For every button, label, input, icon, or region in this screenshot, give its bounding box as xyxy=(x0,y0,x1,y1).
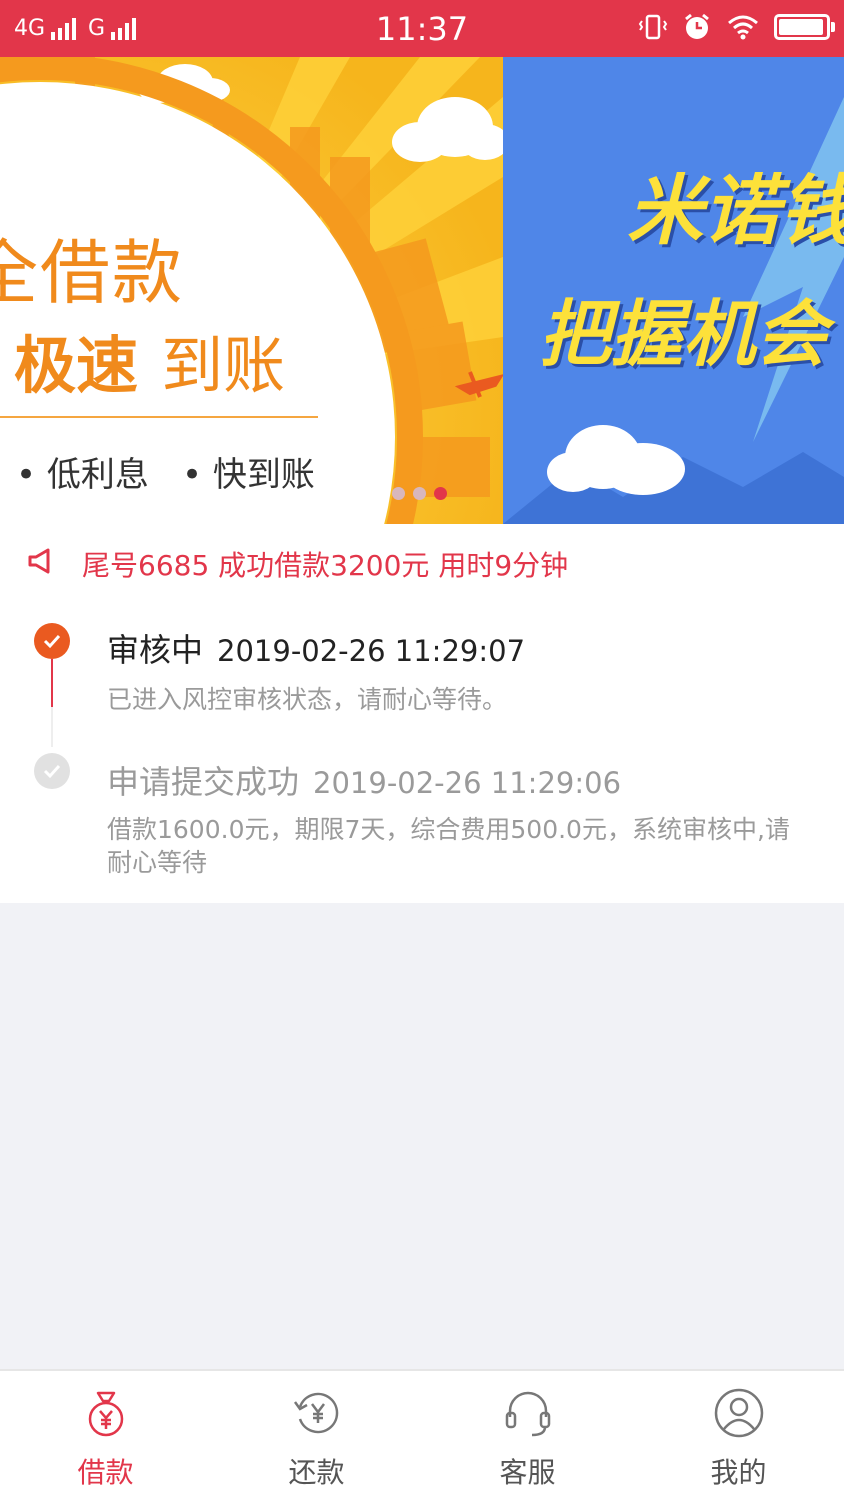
repay-icon xyxy=(293,1392,339,1434)
banner-slide-loan-text: 全借款 极速 到账 • 低利息 • 快到账 xyxy=(0,57,503,524)
notice-bar[interactable]: 尾号6685 成功借款3200元 用时9分钟 xyxy=(0,524,844,599)
carousel-indicator xyxy=(392,487,447,500)
banner-slide-brand[interactable]: 米诺钱 把握机会 xyxy=(503,57,844,524)
megaphone-icon xyxy=(28,548,50,574)
wifi-icon xyxy=(728,15,758,40)
loan-status-screen: 4G G 11:37 全借款 极速 到账 • 低利息 • 快到账 米诺钱 把握机… xyxy=(0,0,844,1500)
timeline-title: 申请提交成功 2019-02-26 11:29:06 xyxy=(107,757,621,803)
notice-text: 尾号6685 成功借款3200元 用时9分钟 xyxy=(82,549,569,582)
timeline-connector xyxy=(51,707,53,747)
banner-slide-loan[interactable]: 全借款 极速 到账 • 低利息 • 快到账 xyxy=(0,57,503,524)
status-icons xyxy=(638,12,835,42)
check-icon xyxy=(34,753,70,789)
alarm-icon xyxy=(685,13,709,39)
banner-brand-title: 米诺钱 xyxy=(627,166,844,255)
timeline-title: 审核中 2019-02-26 11:29:07 xyxy=(107,625,525,671)
status-bar: 4G G 11:37 xyxy=(0,0,844,57)
money-bag-icon xyxy=(88,1391,124,1437)
banner-headline-1: 全借款 xyxy=(0,232,184,314)
battery-fill xyxy=(779,19,823,35)
tab-customer-service[interactable]: 客服 xyxy=(422,1371,633,1500)
tab-mine[interactable]: 我的 xyxy=(633,1371,844,1500)
timeline-desc: 借款1600.0元，期限7天，综合费用500.0元，系统审核中,请耐心等待 xyxy=(107,815,790,877)
user-icon xyxy=(714,1388,764,1438)
timeline-desc: 已进入风控审核状态，请耐心等待。 xyxy=(107,685,508,714)
timeline-connector xyxy=(51,659,53,707)
timeline-status: 审核中 xyxy=(107,631,204,669)
timeline-time: 2019-02-26 11:29:07 xyxy=(217,634,526,668)
battery-icon xyxy=(774,14,835,40)
banner-headline-2-light: 到账 xyxy=(161,329,286,402)
timeline-time: 2019-02-26 11:29:06 xyxy=(313,766,622,800)
headset-icon xyxy=(505,1391,551,1437)
tab-label: 借款 xyxy=(77,1456,134,1489)
bottom-tab-bar: 借款 还款 客服 我的 xyxy=(0,1369,844,1500)
loan-progress-timeline: 审核中 2019-02-26 11:29:07 已进入风控审核状态，请耐心等待。 … xyxy=(0,599,844,903)
tab-label: 还款 xyxy=(288,1456,345,1489)
tab-label: 客服 xyxy=(499,1456,556,1489)
promo-banner-carousel[interactable]: 全借款 极速 到账 • 低利息 • 快到账 米诺钱 把握机会 xyxy=(0,57,844,524)
tab-label: 我的 xyxy=(710,1456,767,1489)
carousel-dot[interactable] xyxy=(413,487,426,500)
vibrate-icon xyxy=(638,14,668,40)
banner-headline-2: 极速 到账 xyxy=(14,315,285,405)
check-icon xyxy=(34,623,70,659)
carousel-dot[interactable] xyxy=(392,487,405,500)
banner-bullet-1: • 低利息 xyxy=(16,455,149,495)
banner-headline-2-bold: 极速 xyxy=(14,329,139,402)
banner-bullet-2: • 快到账 xyxy=(182,455,315,495)
carousel-dot-active[interactable] xyxy=(434,487,447,500)
banner-brand-slogan: 把握机会 xyxy=(539,292,828,376)
timeline-status: 申请提交成功 xyxy=(107,763,300,801)
tab-repay[interactable]: 还款 xyxy=(211,1371,422,1500)
tab-loan[interactable]: 借款 xyxy=(0,1371,211,1500)
